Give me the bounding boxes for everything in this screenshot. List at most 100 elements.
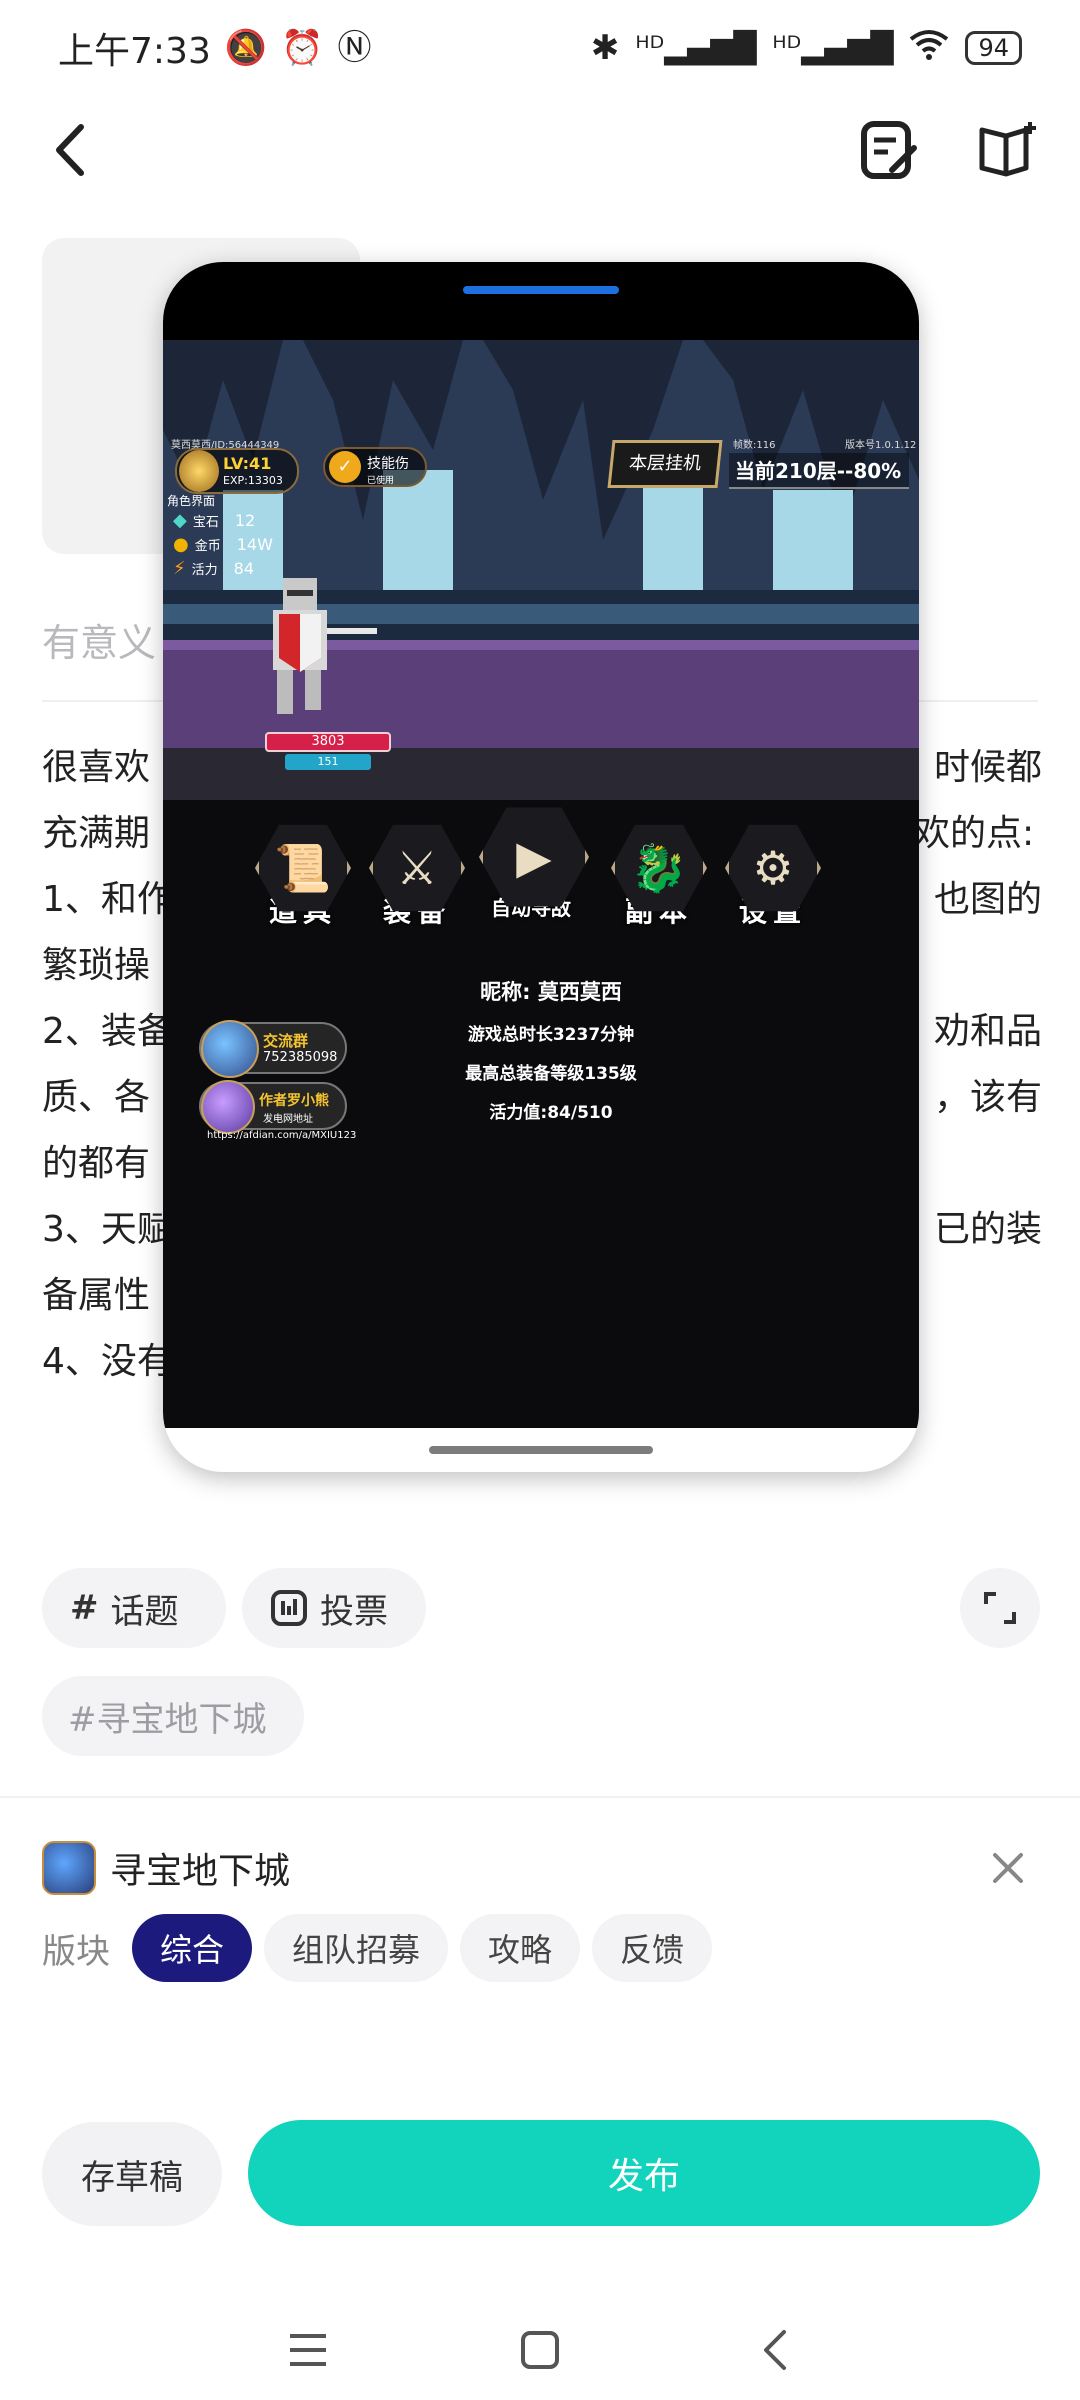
- gold-label: 金币: [194, 539, 221, 554]
- gem-value: 12: [234, 511, 256, 530]
- check-icon: ✓: [329, 451, 361, 483]
- status-time: 上午7:33: [58, 31, 211, 72]
- body-fragment: 时候都: [934, 747, 1043, 788]
- author-url: https://afdian.com/a/MXIU123: [207, 1130, 357, 1141]
- expand-button[interactable]: [960, 1568, 1040, 1648]
- guide-button[interactable]: [976, 118, 1040, 182]
- poll-icon: [271, 1590, 307, 1626]
- back-button[interactable]: [40, 110, 100, 190]
- floor-progress: 当前210层--80%: [729, 453, 909, 489]
- skill-badge-status: 已使用: [367, 476, 395, 486]
- floor-idle-button[interactable]: 本层挂机: [607, 440, 723, 488]
- hp-bar: 3803: [265, 732, 391, 752]
- skill-badge-title: 技能伤: [367, 456, 409, 472]
- energy-label: 活力: [191, 563, 218, 578]
- board-label: 版块: [42, 1931, 110, 1972]
- draft-list-button[interactable]: [858, 118, 922, 182]
- alarm-icon: ⏰: [281, 28, 324, 68]
- recent-apps-button[interactable]: [268, 2310, 348, 2390]
- body-fragment: 劝和品: [934, 1011, 1043, 1052]
- remove-game-button[interactable]: [986, 1846, 1030, 1890]
- signal-hd-icon: ᴴᴰ▂▄▆█: [772, 30, 894, 66]
- helmet-avatar-icon: [179, 450, 219, 492]
- topic-button[interactable]: # 话题: [42, 1568, 226, 1648]
- chevron-left-icon: [56, 124, 84, 176]
- max-equipment-level: 最高总装备等级135级: [465, 1064, 637, 1084]
- body-fragment: 也图的: [934, 879, 1043, 920]
- board-selector: 版块 综合 组队招募 攻略 反馈: [42, 1914, 713, 1982]
- signal-hd-icon: ᴴᴰ▂▄▆█: [635, 30, 757, 66]
- drag-handle[interactable]: [463, 286, 619, 294]
- game-app-icon: [42, 1841, 96, 1895]
- topic-label: 话题: [110, 1591, 179, 1632]
- gem-icon: ◆: [173, 510, 187, 531]
- gem-label: 宝石: [192, 515, 219, 530]
- vote-label: 投票: [320, 1591, 388, 1632]
- title-input[interactable]: 有意义: [42, 612, 156, 667]
- battery-icon: 94: [965, 31, 1022, 65]
- linked-game[interactable]: 寻宝地下城: [42, 1840, 1038, 1896]
- editor-header: [0, 110, 1080, 190]
- floating-game-window[interactable]: 莫西莫西/ID:56444349 LV:41 EXP:13303 角色界面 ◆ …: [163, 262, 919, 1472]
- board-option-team-recruit[interactable]: 组队招募: [264, 1914, 449, 1982]
- menu-settings-button[interactable]: ⚙ 设置: [721, 820, 825, 930]
- board-option-feedback[interactable]: 反馈: [592, 1914, 713, 1982]
- system-nav-bar: [0, 2300, 1080, 2400]
- status-bar: 上午7:33 🔕 ⏰ Ⓝ ✱ ᴴᴰ▂▄▆█ ᴴᴰ▂▄▆█ 94: [0, 0, 1080, 96]
- coin-icon: ●: [173, 534, 189, 555]
- body-fragment: [938, 933, 1038, 999]
- hash-icon: #: [70, 1588, 99, 1628]
- lightning-icon: ⚡: [173, 558, 186, 579]
- exp-text: EXP:13303: [223, 474, 283, 487]
- knight-sprite: [273, 578, 377, 714]
- save-draft-button[interactable]: 存草稿: [42, 2122, 222, 2226]
- gem-row: ◆ 宝石 12: [173, 510, 255, 531]
- game-name: 寻宝地下城: [110, 1851, 291, 1892]
- expand-icon: [984, 1592, 1016, 1624]
- vote-button[interactable]: 投票: [242, 1568, 426, 1648]
- wifi-icon: [909, 29, 949, 67]
- role-label: 角色界面: [167, 494, 216, 508]
- game-menu: 📜 道具 ⚔ 装备 ▶ 自动寻敌 🐉 副本 ⚙ 设置: [251, 807, 831, 960]
- mp-bar: 151: [285, 754, 371, 770]
- menu-icon: [290, 2334, 326, 2366]
- nfc-icon: Ⓝ: [337, 28, 372, 68]
- energy-row: ⚡ 活力 84: [173, 558, 254, 579]
- body-fragment: ，该有: [934, 1077, 1043, 1118]
- section-divider: [0, 1796, 1080, 1798]
- battery-level: 94: [978, 34, 1009, 62]
- menu-items-button[interactable]: 📜 道具: [251, 820, 355, 930]
- window-resize-handle[interactable]: [429, 1446, 653, 1454]
- home-button[interactable]: [500, 2310, 580, 2390]
- nickname: 昵称: 莫西莫西: [480, 980, 622, 1004]
- gold-row: ● 金币 14W: [173, 534, 273, 555]
- bluetooth-icon: ✱: [590, 28, 620, 68]
- energy-value-line: 活力值:84/510: [489, 1103, 613, 1123]
- board-option-general[interactable]: 综合: [132, 1914, 253, 1982]
- total-play-time: 游戏总时长3237分钟: [467, 1025, 635, 1045]
- version-text: 版本号1.0.1.12: [845, 440, 917, 451]
- publish-button[interactable]: 发布: [248, 2120, 1040, 2226]
- close-icon: [993, 1853, 1023, 1883]
- gold-value: 14W: [236, 535, 273, 554]
- back-chevron-icon: [764, 2330, 786, 2370]
- menu-equipment-button[interactable]: ⚔ 装备: [365, 820, 469, 930]
- body-right-fragments: 时候都 欢的点: 也图的 劝和品 ，该有 已的装: [914, 735, 1042, 1263]
- mute-icon: 🔕: [224, 28, 268, 68]
- board-option-guide[interactable]: 攻略: [460, 1914, 581, 1982]
- selected-topic-tag[interactable]: #寻宝地下城: [42, 1676, 304, 1756]
- book-icon: [979, 122, 1036, 177]
- body-fragment: 已的装: [934, 1209, 1043, 1250]
- body-fragment: [938, 1131, 1038, 1197]
- window-title-bar[interactable]: [163, 262, 919, 340]
- menu-dungeon-button[interactable]: 🐉 副本: [607, 820, 711, 930]
- game-scene[interactable]: 莫西莫西/ID:56444349 LV:41 EXP:13303 角色界面 ◆ …: [163, 340, 919, 1428]
- edit-note-icon: [861, 121, 917, 179]
- level-text: LV:41: [223, 454, 272, 473]
- home-square-icon: [521, 2331, 559, 2369]
- player-stats: 昵称: 莫西莫西 游戏总时长3237分钟 最高总装备等级135级 活力值:84/…: [163, 976, 919, 1123]
- frame-rate: 帧数:116: [733, 440, 776, 451]
- system-back-button[interactable]: [734, 2310, 814, 2390]
- body-fragment: 欢的点:: [914, 813, 1035, 854]
- menu-auto-battle-button[interactable]: ▶ 自动寻敌: [479, 802, 589, 921]
